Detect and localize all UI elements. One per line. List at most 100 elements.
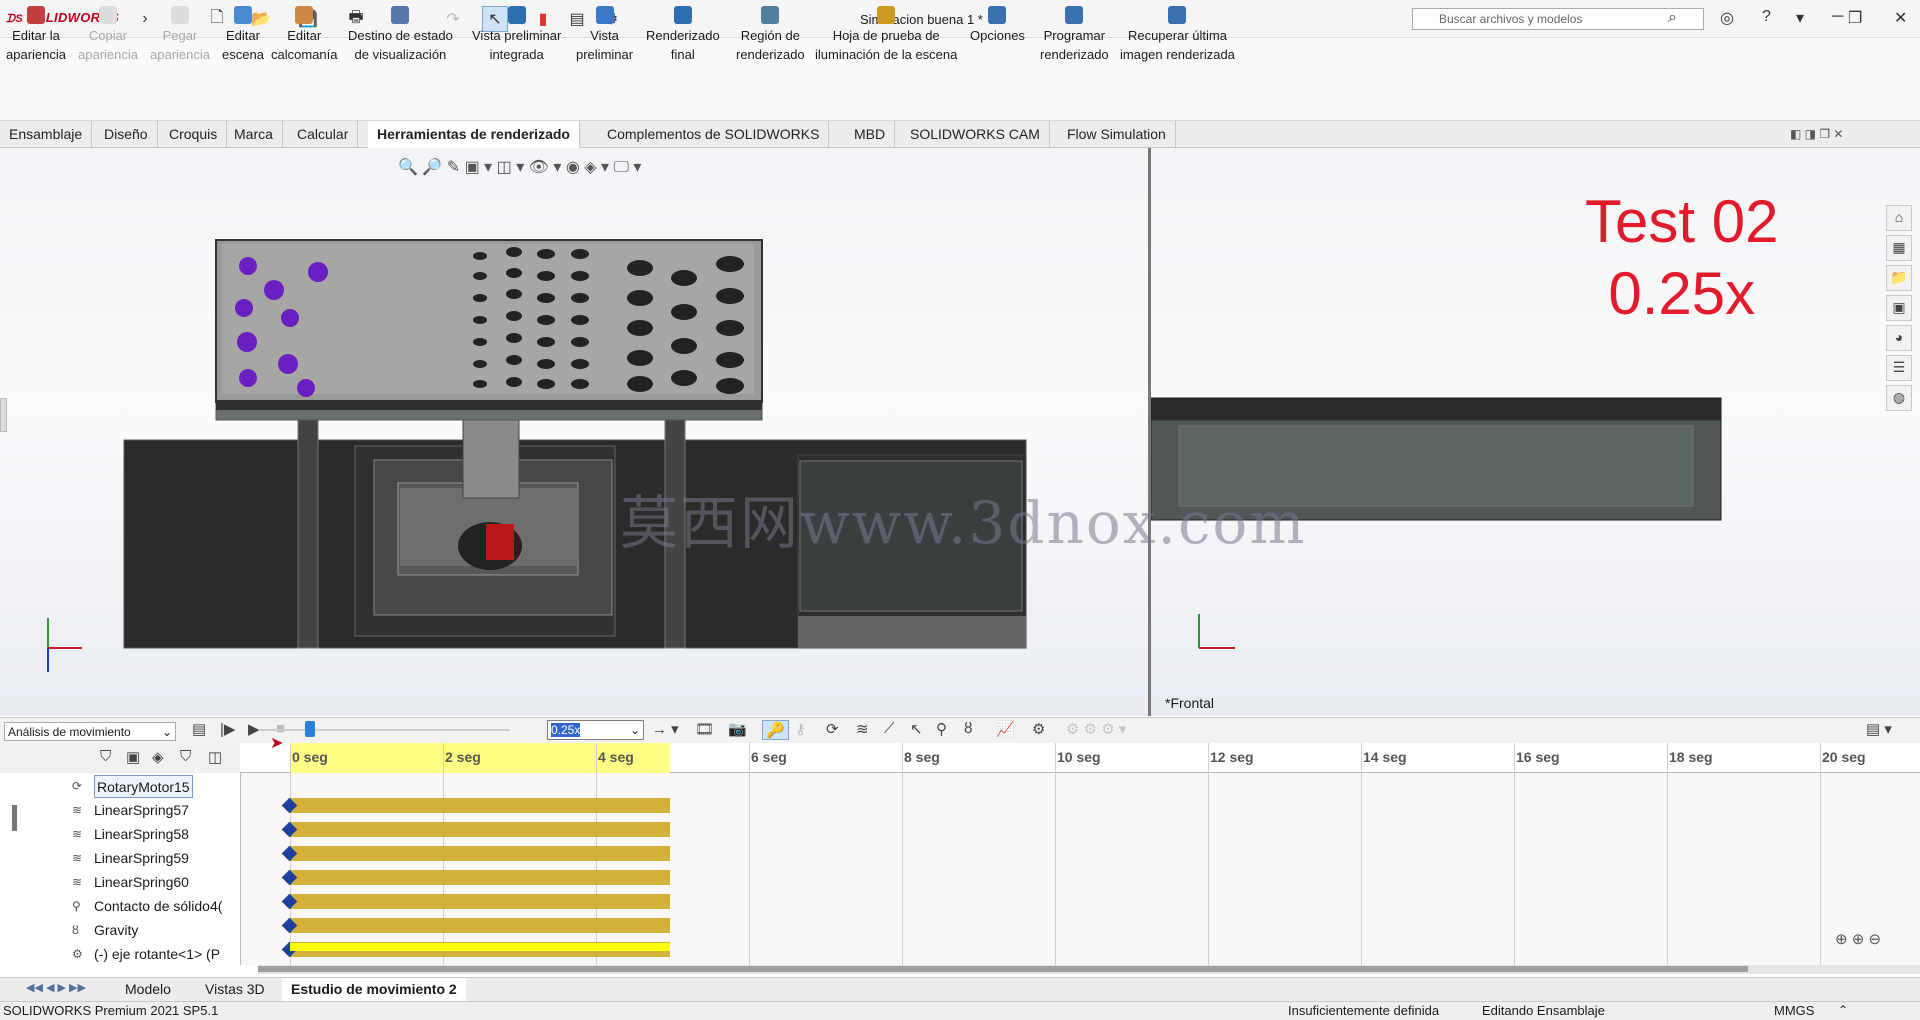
playback-mode-icon[interactable]: → ▾ — [652, 720, 679, 738]
restore-icon[interactable]: ❐ — [1848, 8, 1862, 28]
ribbon-icon — [761, 6, 780, 24]
tree-item[interactable]: (-) eje rotante<1> (P — [94, 943, 220, 966]
bottom-tab-1[interactable]: Vistas 3D — [196, 978, 274, 1001]
tab-8[interactable]: SOLIDWORKS CAM — [901, 121, 1050, 148]
timeline-bar[interactable] — [290, 798, 670, 813]
bottom-tab-2[interactable]: Estudio de movimiento 2 — [282, 978, 466, 1001]
tab-scroll-arrows-icon[interactable]: ◀◀ ◀ ▶ ▶▶ — [26, 981, 86, 994]
simulation-setup-icons[interactable]: ⚙ ⚙ ⚙ ▾ — [1066, 720, 1126, 738]
status-chevron-icon[interactable]: ⌃ — [1838, 1003, 1848, 1017]
ribbon-label: calcomanía — [271, 47, 338, 62]
ribbon-button-10[interactable]: Hoja de prueba de iluminación de la escen… — [815, 6, 957, 64]
file-explorer-icon[interactable]: 📁 — [1886, 265, 1912, 291]
ribbon-button-9[interactable]: Región de renderizado — [736, 6, 805, 64]
filter-results-icon[interactable]: ⛉ — [180, 748, 191, 765]
ribbon-button-8[interactable]: Renderizado final — [646, 6, 720, 64]
timeline-bar[interactable] — [290, 918, 670, 933]
tab-0[interactable]: Ensamblaje — [0, 121, 93, 148]
ribbon-button-12[interactable]: Programar renderizado — [1040, 6, 1109, 64]
timeline-bar[interactable] — [290, 894, 670, 909]
collapse-icon[interactable]: ▾ — [1796, 8, 1804, 28]
timeline-bar[interactable] — [290, 870, 670, 885]
close-icon[interactable]: ✕ — [1894, 8, 1907, 28]
ribbon-button-11[interactable]: Opciones — [970, 6, 1025, 45]
ribbon-button-7[interactable]: Vista preliminar — [576, 6, 633, 64]
calculate-icon[interactable]: ▤ — [192, 720, 206, 738]
custom-properties-icon[interactable]: ☰ — [1886, 355, 1912, 381]
ribbon-icon — [99, 6, 117, 24]
search-icon[interactable]: ⌕ — [1668, 9, 1677, 27]
filter-driving-icon[interactable]: ▣ — [126, 748, 140, 766]
tab-5[interactable]: Herramientas de renderizado — [368, 121, 580, 149]
tab-3[interactable]: Marca — [225, 121, 283, 148]
filter-animated-icon[interactable]: ⛉ — [100, 748, 111, 765]
ribbon-button-13[interactable]: Recuperar última imagen renderizada — [1120, 6, 1235, 64]
tree-item[interactable]: LinearSpring60 — [94, 871, 189, 894]
add-key-icon[interactable]: ⚷ — [795, 720, 806, 738]
timeline-zoom-icons[interactable]: ⊕ ⊕ ⊖ — [1835, 930, 1881, 948]
minimize-icon[interactable]: ─ — [1832, 8, 1843, 26]
user-icon[interactable]: ◎ — [1720, 8, 1734, 28]
solidworks-resources-icon[interactable]: ◍ — [1886, 385, 1912, 411]
help-icon[interactable]: ? — [1762, 8, 1771, 26]
results-plots-icon[interactable]: 📈 — [996, 720, 1015, 738]
study-properties-icon[interactable]: ⚙ — [1032, 720, 1045, 738]
timeline-bar[interactable] — [290, 822, 670, 837]
analysis-type-select[interactable]: Análisis de movimiento ⌄ — [4, 722, 176, 741]
ribbon-button-5[interactable]: Destino de estado de visualización — [348, 6, 453, 64]
tab-1[interactable]: Diseño — [95, 121, 158, 148]
tree-item[interactable]: LinearSpring58 — [94, 823, 189, 846]
tree-item[interactable]: RotaryMotor15 — [94, 775, 193, 798]
ribbon-icon — [877, 6, 896, 24]
tab-4[interactable]: Calcular — [288, 121, 359, 148]
ribbon-label: Vista preliminar — [472, 28, 562, 43]
watermark: 莫西网www.3dnox.com — [620, 489, 1307, 557]
tree-item-icon: ≋ — [72, 851, 83, 865]
search-input[interactable]: Buscar archivos y modelos — [1412, 8, 1704, 30]
ribbon-button-1[interactable]: Copiar apariencia — [78, 6, 138, 64]
timeline-scrollbar-thumb[interactable] — [258, 966, 1748, 972]
bottom-tab-0[interactable]: Modelo — [116, 978, 180, 1001]
animation-wizard-icon[interactable]: 📷 — [728, 720, 747, 738]
tree-scroll-indicator[interactable] — [12, 805, 17, 831]
playback-slider-thumb[interactable] — [305, 721, 315, 737]
ribbon-button-6[interactable]: Vista preliminar integrada — [472, 6, 561, 64]
tab-7[interactable]: MBD — [845, 121, 896, 148]
playback-speed-select[interactable]: 0.25x ⌄ — [547, 720, 644, 740]
status-units[interactable]: MMGS — [1774, 1003, 1814, 1018]
status-definition: Insuficientemente definida — [1288, 1003, 1440, 1018]
ribbon-button-4[interactable]: Editar calcomanía — [271, 6, 337, 64]
home-view-icon[interactable]: ⌂ — [1886, 205, 1912, 231]
spring-icon[interactable]: ≋ — [856, 720, 869, 738]
autofit-icon[interactable]: ◫ — [208, 748, 222, 766]
part-icon[interactable]: ▦ — [1886, 235, 1912, 261]
tab-9[interactable]: Flow Simulation — [1058, 121, 1176, 148]
play-from-start-icon[interactable]: |▶ — [220, 720, 235, 738]
play-icon[interactable]: ▶ — [248, 720, 260, 738]
appearances-icon[interactable]: ◕ — [1886, 325, 1912, 351]
collapse-motion-manager-icon[interactable]: ▤ ▾ — [1866, 720, 1892, 738]
tree-item[interactable]: Gravity — [94, 919, 138, 942]
tree-item[interactable]: LinearSpring59 — [94, 847, 189, 870]
timeline-bar[interactable] — [290, 846, 670, 861]
force-icon[interactable]: ↖ — [910, 720, 923, 738]
ribbon-button-3[interactable]: Editar escena — [222, 6, 264, 64]
motor-icon[interactable]: ⟳ — [826, 720, 839, 738]
save-animation-icon[interactable]: 🎞 — [695, 720, 714, 738]
gravity-icon[interactable]: ȣ — [964, 720, 972, 737]
tab-2[interactable]: Croquis — [160, 121, 228, 148]
ribbon-button-0[interactable]: Editar la apariencia — [6, 6, 66, 64]
filter-selected-icon[interactable]: ◈ — [152, 748, 164, 766]
view-palette-icon[interactable]: ▣ — [1886, 295, 1912, 321]
damper-icon[interactable]: ⟋ — [884, 720, 895, 737]
playback-slider-track[interactable] — [260, 729, 510, 731]
tree-item[interactable]: Contacto de sólido4( — [94, 895, 222, 918]
panel-controls-icon[interactable]: ◧ ◨ ❐ ✕ — [1790, 127, 1844, 141]
autokey-icon[interactable]: 🔑 — [762, 720, 789, 740]
contact-icon[interactable]: ⚲ — [936, 720, 947, 738]
timeline-gridline — [902, 743, 903, 965]
tab-6[interactable]: Complementos de SOLIDWORKS — [598, 121, 830, 148]
ribbon-button-2[interactable]: Pegar apariencia — [150, 6, 210, 64]
tree-item-icon: ⟳ — [72, 779, 83, 793]
tree-item[interactable]: LinearSpring57 — [94, 799, 189, 822]
